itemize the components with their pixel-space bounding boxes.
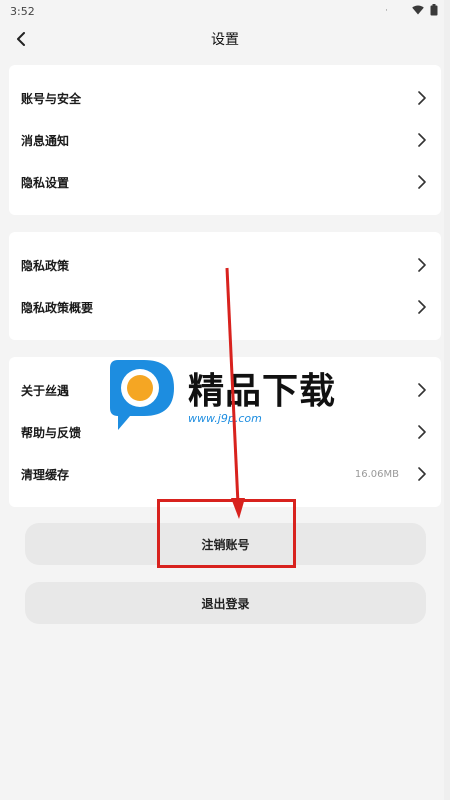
settings-card-policy: 隐私政策 隐私政策概要	[9, 232, 441, 340]
status-bar: 3:52 ·	[0, 0, 450, 22]
row-about[interactable]: 关于丝遇	[9, 369, 441, 411]
row-message-notifications[interactable]: 消息通知	[9, 119, 441, 161]
chevron-right-icon	[418, 258, 426, 272]
status-dot: ·	[385, 6, 388, 16]
status-icons: ·	[385, 3, 438, 19]
chevron-left-icon	[17, 32, 25, 46]
cache-size-value: 16.06MB	[354, 468, 399, 480]
chevron-right-icon	[418, 425, 426, 439]
scrollbar-track[interactable]	[444, 0, 450, 800]
chevron-right-icon	[418, 175, 426, 189]
back-button[interactable]	[8, 26, 34, 52]
row-label: 关于丝遇	[21, 383, 70, 398]
row-label: 清理缓存	[21, 467, 70, 482]
status-time: 3:52	[10, 4, 35, 18]
row-label: 帮助与反馈	[21, 425, 82, 440]
battery-icon	[430, 3, 438, 19]
row-label: 隐私政策	[21, 258, 70, 273]
row-label: 消息通知	[21, 133, 70, 148]
deactivate-account-button[interactable]: 注销账号	[25, 523, 426, 565]
chevron-right-icon	[418, 91, 426, 105]
row-privacy-policy[interactable]: 隐私政策	[9, 244, 441, 286]
row-label: 隐私政策概要	[21, 300, 94, 315]
page-title: 设置	[211, 32, 239, 48]
chevron-right-icon	[418, 133, 426, 147]
row-help-feedback[interactable]: 帮助与反馈	[9, 411, 441, 453]
row-account-security[interactable]: 账号与安全	[9, 77, 441, 119]
chevron-right-icon	[418, 300, 426, 314]
row-privacy-settings[interactable]: 隐私设置	[9, 161, 441, 203]
chevron-right-icon	[418, 383, 426, 397]
row-label: 账号与安全	[21, 91, 82, 106]
logout-button[interactable]: 退出登录	[25, 582, 426, 624]
settings-card-about: 关于丝遇 帮助与反馈 清理缓存 16.06MB	[9, 357, 441, 507]
row-privacy-policy-summary[interactable]: 隐私政策概要	[9, 286, 441, 328]
row-label: 隐私设置	[21, 175, 70, 190]
page-header: 设置	[0, 22, 450, 56]
settings-card-account: 账号与安全 消息通知 隐私设置	[9, 65, 441, 215]
chevron-right-icon	[418, 467, 426, 481]
row-clear-cache[interactable]: 清理缓存 16.06MB	[9, 453, 441, 495]
wifi-icon	[412, 5, 424, 18]
